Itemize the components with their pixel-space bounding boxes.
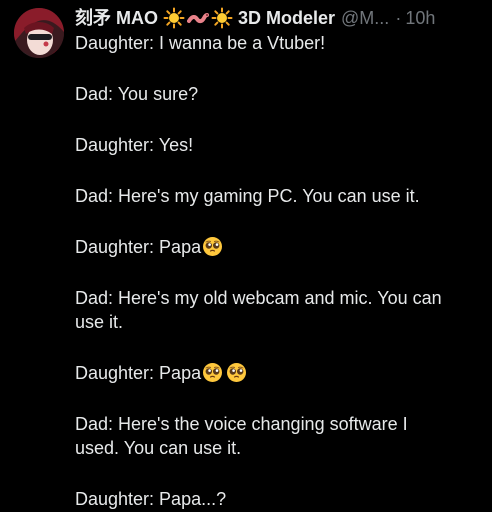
tweet-line: Daughter: Papa...? — [75, 489, 227, 509]
display-name-prefix: 刻矛 MAO — [75, 8, 158, 28]
tweet-line-text: Daughter: Papa — [75, 363, 202, 383]
pleading-face-icon — [202, 362, 223, 383]
display-name[interactable]: 刻矛 MAO 3D Modeler — [75, 6, 335, 30]
separator-dot: · — [395, 8, 402, 28]
tweet[interactable]: 刻矛 MAO 3D Modeler @M... · 10h Daughter: … — [0, 0, 492, 512]
tweet-header: 刻矛 MAO 3D Modeler @M... · 10h — [75, 6, 485, 30]
tweet-line: Daughter: Papa — [75, 361, 485, 385]
tweet-line: used. You can use it. — [75, 438, 242, 458]
pleading-face-icon — [202, 236, 223, 257]
tweet-line: Daughter: Papa — [75, 235, 485, 259]
tweet-line: Daughter: Yes! — [75, 135, 194, 155]
sun-icon — [211, 7, 233, 29]
tweet-line: Dad: Here's my old webcam and mic. You c… — [75, 288, 442, 308]
avatar[interactable] — [14, 8, 64, 58]
tweet-text: Daughter: I wanna be a Vtuber! Dad: You … — [75, 31, 485, 511]
tweet-line: Dad: You sure? — [75, 84, 199, 104]
tweet-line: use it. — [75, 312, 124, 332]
user-handle[interactable]: @M... — [341, 6, 389, 30]
tweet-line: Dad: Here's the voice changing software … — [75, 414, 408, 434]
tweet-line: Dad: Here's my gaming PC. You can use it… — [75, 186, 420, 206]
worm-icon — [187, 7, 209, 29]
display-name-suffix: 3D Modeler — [238, 8, 336, 28]
timestamp[interactable]: 10h — [405, 6, 435, 30]
tweet-line: Daughter: I wanna be a Vtuber! — [75, 33, 326, 53]
sun-icon — [163, 7, 185, 29]
pleading-face-icon — [226, 362, 247, 383]
tweet-line-text: Daughter: Papa — [75, 237, 202, 257]
